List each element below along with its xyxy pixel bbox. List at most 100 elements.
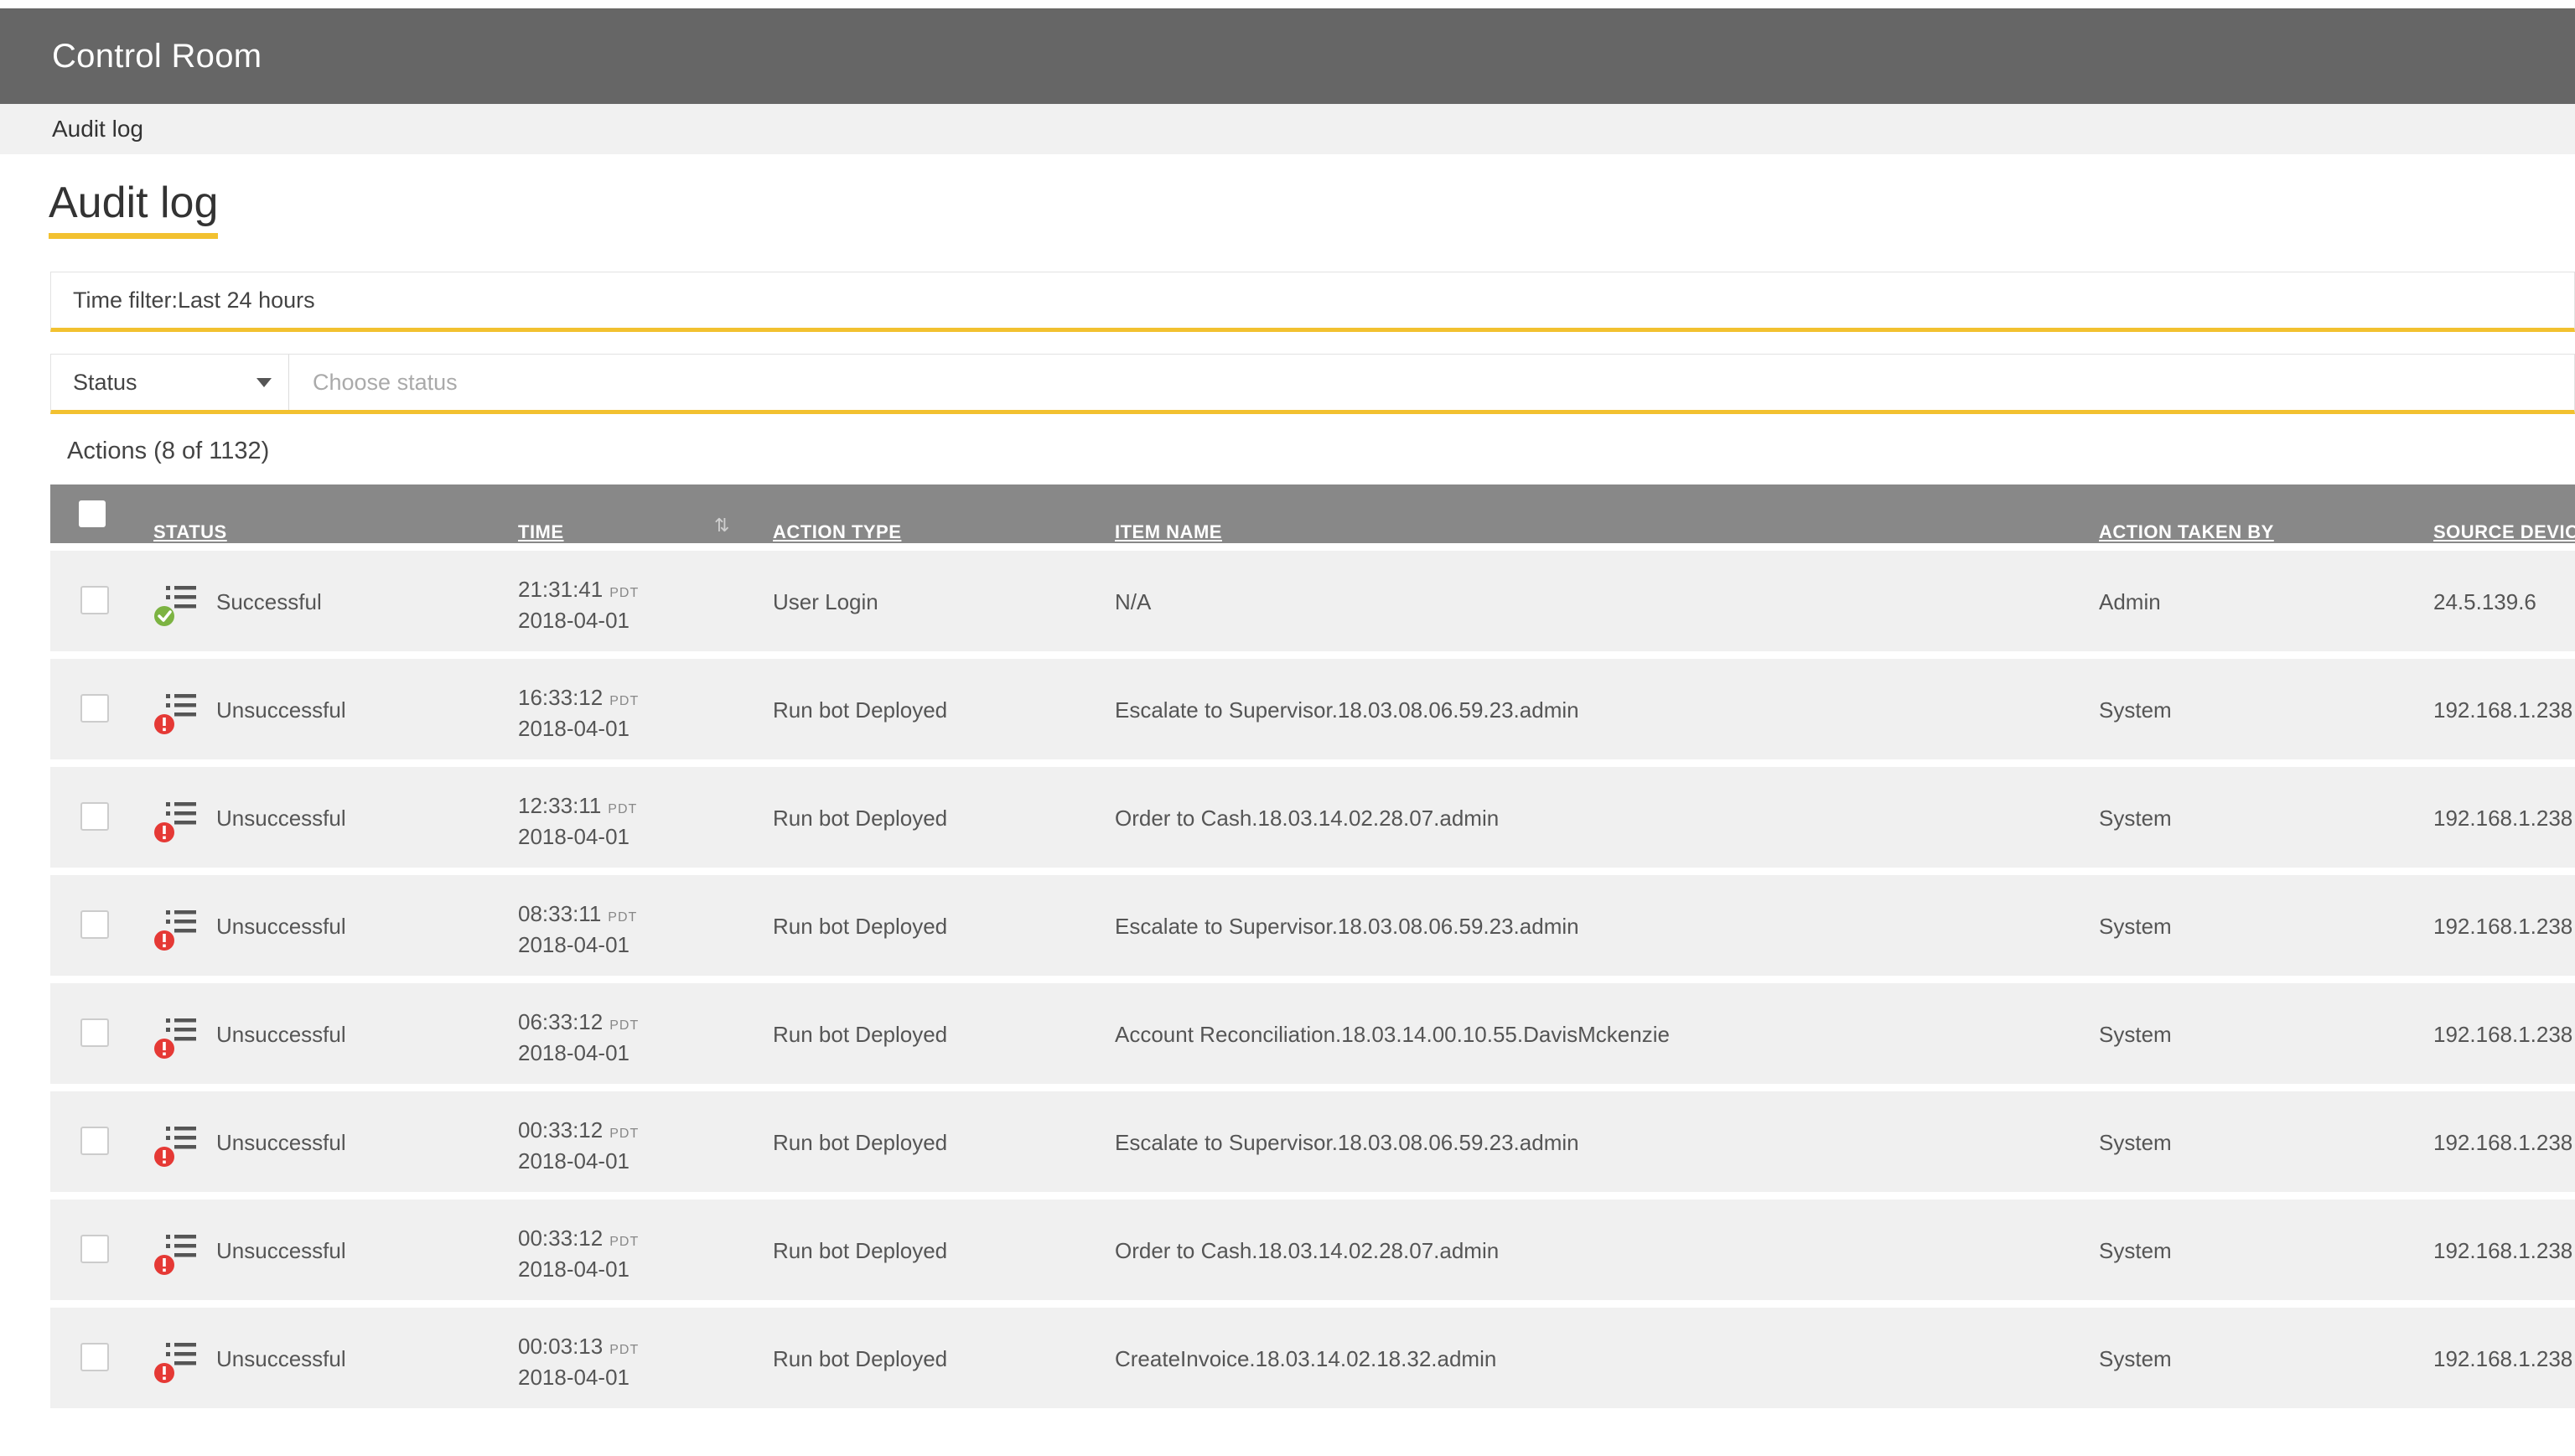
breadcrumb: Audit log — [0, 104, 2575, 154]
choose-status-placeholder: Choose status — [313, 369, 458, 395]
row-status: Unsuccessful — [216, 1130, 346, 1155]
table-header: STATUS TIME ⇅ ACTION TYPE ITEM NAME ACTI… — [50, 484, 2575, 543]
row-source-device: 24.5.139.6 — [2433, 589, 2536, 614]
row-timezone: PDT — [608, 910, 638, 925]
row-time: 06:33:12 PDT 2018-04-01 — [518, 1008, 639, 1066]
row-timezone: PDT — [608, 802, 638, 816]
row-status: Unsuccessful — [216, 1022, 346, 1047]
row-date: 2018-04-01 — [518, 932, 630, 957]
row-checkbox[interactable] — [80, 1127, 109, 1155]
row-action-type: Run bot Deployed — [773, 806, 948, 831]
row-date: 2018-04-01 — [518, 1365, 630, 1390]
row-date: 2018-04-01 — [518, 824, 630, 849]
row-date: 2018-04-01 — [518, 716, 630, 741]
table-row[interactable]: Unsuccessful 00:33:12 PDT 2018-04-01 Run … — [50, 1091, 2575, 1192]
choose-status-input[interactable]: Choose status — [289, 355, 2574, 410]
table-row[interactable]: Unsuccessful 06:33:12 PDT 2018-04-01 Run … — [50, 983, 2575, 1084]
row-time: 12:33:11 PDT 2018-04-01 — [518, 792, 637, 850]
row-date: 2018-04-01 — [518, 1040, 630, 1065]
column-header-item-name[interactable]: ITEM NAME — [1115, 521, 1222, 543]
row-action-type: User Login — [773, 589, 878, 614]
row-item-name: Escalate to Supervisor.18.03.08.06.59.23… — [1115, 697, 1579, 723]
row-action-taken-by: Admin — [2099, 589, 2161, 614]
list-alert-icon — [154, 802, 196, 842]
row-status: Unsuccessful — [216, 1346, 346, 1371]
top-bar: Control Room — [0, 8, 2575, 104]
row-timezone: PDT — [609, 586, 640, 600]
column-header-status[interactable]: STATUS — [153, 521, 227, 543]
row-item-name: N/A — [1115, 589, 1152, 614]
row-checkbox[interactable] — [80, 694, 109, 723]
column-header-action-type[interactable]: ACTION TYPE — [773, 521, 901, 543]
row-action-taken-by: System — [2099, 1022, 2172, 1047]
row-time-value: 08:33:11 — [518, 901, 602, 926]
row-status: Successful — [216, 589, 322, 614]
row-time: 21:31:41 PDT 2018-04-01 — [518, 576, 639, 634]
row-date: 2018-04-01 — [518, 1148, 630, 1174]
row-action-taken-by: System — [2099, 914, 2172, 939]
row-item-name: Escalate to Supervisor.18.03.08.06.59.23… — [1115, 914, 1579, 939]
row-source-device: 192.168.1.238 — [2433, 806, 2573, 831]
status-filter-row: Status Choose status — [50, 354, 2575, 414]
row-source-device: 192.168.1.238 — [2433, 1130, 2573, 1155]
column-header-time[interactable]: TIME — [518, 521, 564, 543]
row-item-name: Order to Cash.18.03.14.02.28.07.admin — [1115, 806, 1500, 831]
row-status: Unsuccessful — [216, 806, 346, 831]
row-checkbox[interactable] — [80, 1235, 109, 1263]
row-checkbox[interactable] — [80, 586, 109, 614]
table-row[interactable]: Unsuccessful 12:33:11 PDT 2018-04-01 Run … — [50, 767, 2575, 868]
table-row[interactable]: Successful 21:31:41 PDT 2018-04-01 User L… — [50, 551, 2575, 651]
time-filter-field[interactable]: Time filter:Last 24 hours — [50, 272, 2575, 332]
select-all-checkbox[interactable] — [79, 500, 106, 527]
table-body: Successful 21:31:41 PDT 2018-04-01 User L… — [50, 551, 2575, 1408]
table-row[interactable]: Unsuccessful 00:33:12 PDT 2018-04-01 Run … — [50, 1200, 2575, 1300]
row-action-type: Run bot Deployed — [773, 1238, 948, 1263]
list-alert-icon — [154, 1018, 196, 1059]
row-timezone: PDT — [609, 1343, 640, 1357]
row-time: 00:33:12 PDT 2018-04-01 — [518, 1117, 639, 1174]
breadcrumb-item-audit-log[interactable]: Audit log — [52, 116, 143, 142]
time-filter-text: Time filter:Last 24 hours — [73, 287, 315, 313]
row-item-name: Escalate to Supervisor.18.03.08.06.59.23… — [1115, 1130, 1579, 1155]
row-source-device: 192.168.1.238 — [2433, 1022, 2573, 1047]
list-alert-icon — [154, 1343, 196, 1383]
row-item-name: CreateInvoice.18.03.14.02.18.32.admin — [1115, 1346, 1497, 1371]
row-source-device: 192.168.1.238 — [2433, 697, 2573, 723]
row-checkbox[interactable] — [80, 1343, 109, 1371]
column-header-action-taken-by[interactable]: ACTION TAKEN BY — [2099, 521, 2274, 543]
row-item-name: Account Reconciliation.18.03.14.00.10.55… — [1115, 1022, 1670, 1047]
row-status: Unsuccessful — [216, 697, 346, 723]
row-time: 08:33:11 PDT 2018-04-01 — [518, 900, 637, 958]
row-action-taken-by: System — [2099, 1238, 2172, 1263]
table-row[interactable]: Unsuccessful 00:03:13 PDT 2018-04-01 Run … — [50, 1308, 2575, 1408]
row-time: 00:03:13 PDT 2018-04-01 — [518, 1333, 639, 1391]
row-source-device: 192.168.1.238 — [2433, 1238, 2573, 1263]
list-alert-icon — [154, 694, 196, 734]
row-checkbox[interactable] — [80, 802, 109, 831]
control-room-app: Control Room Audit log Audit log Time fi… — [0, 0, 2575, 1456]
row-action-taken-by: System — [2099, 1130, 2172, 1155]
row-source-device: 192.168.1.238 — [2433, 914, 2573, 939]
table-row[interactable]: Unsuccessful 08:33:11 PDT 2018-04-01 Run … — [50, 875, 2575, 976]
row-timezone: PDT — [609, 694, 640, 708]
row-time-value: 21:31:41 — [518, 577, 604, 602]
row-date: 2018-04-01 — [518, 1257, 630, 1282]
row-time-value: 00:33:12 — [518, 1117, 604, 1143]
row-time-value: 00:03:13 — [518, 1334, 604, 1359]
row-source-device: 192.168.1.238 — [2433, 1346, 2573, 1371]
sort-icon[interactable]: ⇅ — [714, 515, 729, 536]
audit-log-table: STATUS TIME ⇅ ACTION TYPE ITEM NAME ACTI… — [50, 484, 2575, 1408]
row-status: Unsuccessful — [216, 1238, 346, 1263]
app-title: Control Room — [52, 37, 262, 75]
row-checkbox[interactable] — [80, 910, 109, 939]
row-time-value: 06:33:12 — [518, 1009, 604, 1034]
status-dropdown-label: Status — [73, 369, 137, 395]
status-dropdown[interactable]: Status — [51, 355, 289, 410]
actions-count: Actions (8 of 1132) — [67, 438, 270, 464]
table-row[interactable]: Unsuccessful 16:33:12 PDT 2018-04-01 Run … — [50, 659, 2575, 759]
row-time-value: 12:33:11 — [518, 793, 602, 818]
row-checkbox[interactable] — [80, 1018, 109, 1047]
column-header-source-device[interactable]: SOURCE DEVIC — [2433, 521, 2575, 543]
row-action-taken-by: System — [2099, 806, 2172, 831]
row-time: 16:33:12 PDT 2018-04-01 — [518, 684, 639, 742]
